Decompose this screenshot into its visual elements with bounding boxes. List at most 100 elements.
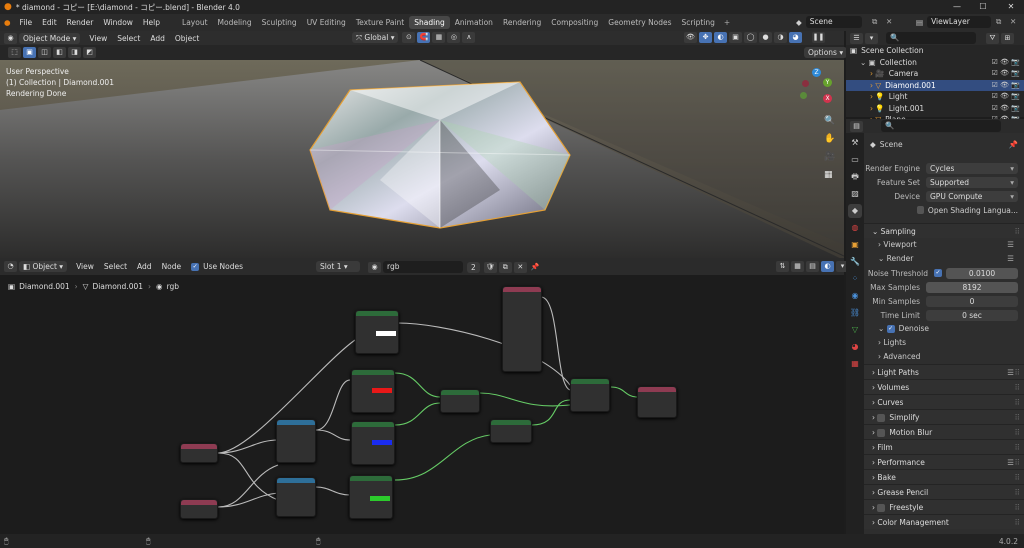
scene-name-field[interactable]: Scene	[805, 16, 862, 28]
tab-constraints-icon[interactable]: ⛓	[848, 306, 862, 320]
node-menu-select[interactable]: Select	[99, 262, 132, 271]
pan-hand-icon[interactable]: ✋	[824, 134, 835, 144]
preset-list-icon[interactable]: ☰	[1007, 455, 1014, 470]
shading-wire-icon[interactable]: ◯	[744, 32, 757, 43]
navigation-gizmo[interactable]: Z Y X	[798, 68, 838, 110]
select-new-icon[interactable]: ▣	[23, 47, 36, 58]
material-users-count[interactable]: 2	[467, 261, 480, 273]
node-mix-shader[interactable]	[570, 378, 610, 412]
preset-list-icon[interactable]: ☰	[1007, 365, 1014, 380]
tab-output-icon[interactable]: 🖶	[848, 170, 862, 184]
tab-physics-icon[interactable]: ◉	[848, 289, 862, 303]
viewlayer-copy-icon[interactable]: ⧉	[996, 17, 1001, 27]
falloff-icon[interactable]: ∧	[462, 32, 476, 43]
section-freestyle[interactable]: › Freestyle ⠿	[864, 499, 1024, 514]
section-light-paths[interactable]: › Light Paths ☰ ⠿	[864, 364, 1024, 379]
viewport-menu-object[interactable]: Object	[170, 34, 204, 43]
pin-icon[interactable]: 📌	[529, 262, 542, 273]
section-bake[interactable]: › Bake ⠿	[864, 469, 1024, 484]
gizmo-x[interactable]: X	[823, 94, 832, 103]
transform-orientation[interactable]: ⤧ Global ▾ ⊙ 🧲 ▦ ◎ ∧	[352, 32, 477, 43]
outliner-search-input[interactable]: 🔍	[886, 32, 976, 44]
tab-geometry-nodes[interactable]: Geometry Nodes	[603, 16, 676, 29]
blender-menu-icon[interactable]: ●	[4, 18, 11, 27]
scene-delete-icon[interactable]: ✕	[886, 17, 892, 26]
zoom-icon[interactable]: 🔍	[824, 116, 835, 126]
outliner-item[interactable]: › 💡 Light ☑ 👁 📷	[846, 91, 1024, 103]
sidebar-toggle-icon[interactable]: ▤	[806, 261, 819, 272]
breadcrumb-mesh[interactable]: Diamond.001	[92, 282, 143, 291]
time-limit-field[interactable]: 0 sec	[926, 309, 1018, 321]
tab-object-icon[interactable]: ▣	[848, 238, 862, 252]
shading-rendered-icon[interactable]: ◕	[789, 32, 802, 43]
section-curves[interactable]: › Curves ⠿	[864, 394, 1024, 409]
3d-viewport[interactable]: Z Y X 🔍 ✋ 🎥 ▦	[0, 60, 844, 258]
outliner-item[interactable]: › 🎥 Camera ☑ 👁 📷	[846, 68, 1024, 80]
gizmo-neg-x[interactable]	[802, 80, 809, 87]
editor-type-node-icon[interactable]: ◔	[4, 261, 17, 272]
breadcrumb-object[interactable]: Diamond.001	[19, 282, 70, 291]
properties-search-input[interactable]: 🔍	[881, 120, 1001, 132]
select-tool-icon[interactable]: ⬚	[8, 47, 21, 58]
section-sampling[interactable]: ⌄ Sampling ⠿	[864, 223, 1024, 238]
outliner-scene-collection[interactable]: ▣ Scene Collection	[846, 45, 1024, 57]
preset-list-icon[interactable]: ☰	[1007, 238, 1014, 252]
unlink-material-icon[interactable]: ✕	[513, 261, 527, 273]
section-motion-blur[interactable]: › Motion Blur ⠿	[864, 424, 1024, 439]
snap-mode-icon[interactable]: ▦	[791, 261, 804, 272]
tab-scene-icon[interactable]: ◆	[848, 204, 862, 218]
tab-render-icon[interactable]: ▭	[848, 153, 862, 167]
pause-render-icon[interactable]: ❚❚	[812, 32, 825, 43]
fake-user-icon[interactable]: 🛡	[483, 261, 497, 273]
section-volumes[interactable]: › Volumes ⠿	[864, 379, 1024, 394]
select-extend-icon[interactable]: ◫	[38, 47, 51, 58]
select-intersect-icon[interactable]: ◩	[83, 47, 96, 58]
node-menu-view[interactable]: View	[71, 262, 99, 271]
node-editor-canvas[interactable]	[0, 275, 844, 534]
tab-texture-paint[interactable]: Texture Paint	[351, 16, 409, 29]
outliner-item[interactable]: › ▽ Diamond.001 ☑ 👁 📷	[846, 79, 1024, 91]
gizmo-y[interactable]: Y	[823, 78, 832, 87]
slot-dropdown[interactable]: Slot 1 ▾	[316, 261, 360, 272]
tab-material-icon[interactable]: ◕	[848, 340, 862, 354]
node-math-1[interactable]	[276, 419, 316, 463]
gizmo-z[interactable]: Z	[812, 68, 821, 77]
node-add-shader-2[interactable]	[490, 419, 532, 443]
node-value-1[interactable]	[180, 443, 218, 463]
tab-compositing[interactable]: Compositing	[546, 16, 603, 29]
tab-data-icon[interactable]: ▽	[848, 323, 862, 337]
viewport-menu-view[interactable]: View	[84, 34, 112, 43]
menu-file[interactable]: File	[15, 18, 38, 27]
duplicate-material-icon[interactable]: ⧉	[498, 261, 512, 273]
snap-icon[interactable]: 🧲	[417, 32, 431, 43]
shader-type-dropdown[interactable]: ◧ Object ▾	[19, 261, 68, 272]
use-nodes-toggle[interactable]: ✓ Use Nodes	[186, 262, 248, 271]
outliner-new-collection-icon[interactable]: ⊞	[1001, 32, 1014, 44]
orientation-dropdown[interactable]: ⤧ Global ▾	[352, 32, 399, 43]
section-checkbox-icon[interactable]	[877, 414, 886, 422]
select-subtract-icon[interactable]: ◧	[53, 47, 66, 58]
node-menu-node[interactable]: Node	[157, 262, 187, 271]
tab-view-layer-icon[interactable]: ▨	[848, 187, 862, 201]
material-sphere-icon[interactable]: ◉	[368, 261, 381, 273]
section-performance[interactable]: › Performance ☰ ⠿	[864, 454, 1024, 469]
select-invert-icon[interactable]: ◨	[68, 47, 81, 58]
viewport-menu-select[interactable]: Select	[112, 34, 145, 43]
sub-viewport[interactable]: › Viewport ☰	[864, 238, 1024, 252]
material-name-field[interactable]: rgb	[383, 261, 463, 273]
min-samples-field[interactable]: 0	[926, 295, 1018, 307]
node-material-output[interactable]	[637, 386, 677, 418]
outliner-item[interactable]: › 💡 Light.001 ☑ 👁 📷	[846, 103, 1024, 115]
visibility-toggle-icon[interactable]: ☑ 👁 📷	[992, 68, 1020, 80]
tab-particles-icon[interactable]: ⁘	[848, 272, 862, 286]
node-math-2[interactable]	[276, 477, 316, 517]
tab-modeling[interactable]: Modeling	[213, 16, 257, 29]
sub-render[interactable]: ⌄ Render ☰	[864, 252, 1024, 266]
tab-tool-icon[interactable]: ⚒	[848, 136, 862, 150]
render-engine-dropdown[interactable]: Cycles ▾	[926, 162, 1018, 174]
outliner-filter-icon[interactable]: ⛛	[986, 32, 999, 44]
visibility-toggle-icon[interactable]: ☑ 👁 📷	[992, 57, 1020, 69]
tab-uv-editing[interactable]: UV Editing	[302, 16, 351, 29]
section-grease-pencil[interactable]: › Grease Pencil ⠿	[864, 484, 1024, 499]
perspective-grid-icon[interactable]: ▦	[824, 170, 833, 180]
